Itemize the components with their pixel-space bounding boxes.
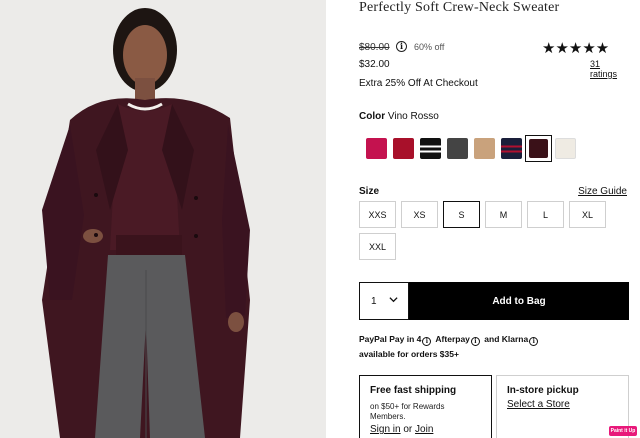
sign-in-link[interactable]: Sign in — [370, 424, 401, 435]
color-swatch-black-white-stripe[interactable] — [417, 135, 444, 162]
color-swatches — [363, 135, 579, 162]
discount-label: 60% off — [414, 42, 445, 52]
shipping-subtext: on $50+ for Rewards Members. — [370, 402, 445, 421]
swatch-chip — [474, 138, 495, 159]
add-to-bag-button[interactable]: Add to Bag — [409, 282, 629, 320]
pickup-title: In-store pickup — [507, 385, 579, 396]
size-option-l[interactable]: L — [527, 201, 564, 228]
paint-it-up-badge[interactable]: Paint it Up — [609, 426, 637, 436]
klarna-info-icon[interactable]: i — [529, 337, 539, 346]
payment-availability: available for orders $35+ — [359, 349, 459, 359]
quantity-select[interactable]: 1 — [359, 282, 409, 320]
product-image[interactable] — [0, 0, 326, 438]
size-option-xl[interactable]: XL — [569, 201, 606, 228]
size-option-xxs[interactable]: XXS — [359, 201, 396, 228]
size-option-s[interactable]: S — [443, 201, 480, 228]
promo-text: Extra 25% Off At Checkout — [359, 78, 478, 89]
swatch-chip — [501, 138, 522, 159]
original-price: $80.00 — [359, 42, 390, 53]
size-option-m[interactable]: M — [485, 201, 522, 228]
shipping-title: Free fast shipping — [370, 385, 457, 396]
join-link[interactable]: Join — [415, 424, 433, 435]
color-label: Color Vino Rosso — [359, 111, 439, 122]
or-text: or — [403, 424, 413, 435]
size-label: Size — [359, 186, 380, 197]
model-illustration — [0, 0, 326, 438]
swatch-chip — [366, 138, 387, 159]
afterpay-text: Afterpay — [435, 334, 470, 344]
info-icon[interactable]: i — [396, 41, 407, 52]
color-swatch-camel[interactable] — [471, 135, 498, 162]
payment-options: PayPal Pay in 4i Afterpay i and Klarna i a… — [359, 332, 629, 362]
size-guide-link[interactable]: Size Guide — [578, 186, 627, 197]
afterpay-info-icon[interactable]: i — [470, 337, 480, 346]
ratings-link[interactable]: 31 ratings — [590, 59, 629, 79]
klarna-text: and Klarna — [484, 334, 529, 344]
size-option-xxl[interactable]: XXL — [359, 233, 396, 260]
swatch-chip — [420, 138, 441, 159]
color-label-text: Color — [359, 111, 386, 122]
sale-price: $32.00 — [359, 59, 390, 70]
color-swatch-ivory[interactable] — [552, 135, 579, 162]
swatch-chip — [555, 138, 576, 159]
swatch-chip — [529, 139, 548, 158]
shipping-option[interactable]: Free fast shipping on $50+ for Rewards M… — [359, 375, 492, 438]
swatch-chip — [393, 138, 414, 159]
paypal-info-icon[interactable]: i — [422, 337, 432, 346]
size-option-xs[interactable]: XS — [401, 201, 438, 228]
color-swatch-navy-stripe[interactable] — [498, 135, 525, 162]
paypal-text: PayPal Pay in 4 — [359, 334, 422, 344]
selected-color-name: Vino Rosso — [387, 111, 439, 122]
color-swatch-magenta[interactable] — [363, 135, 390, 162]
chevron-down-icon — [389, 297, 398, 303]
swatch-chip — [447, 138, 468, 159]
select-store-link[interactable]: Select a Store — [507, 399, 618, 410]
quantity-value: 1 — [371, 295, 377, 307]
rating-stars[interactable]: ★★★★★ — [542, 39, 609, 57]
color-swatch-red[interactable] — [390, 135, 417, 162]
product-title: Perfectly Soft Crew-Neck Sweater — [359, 0, 560, 15]
color-swatch-vino-rosso[interactable] — [525, 135, 552, 162]
product-details-panel: Perfectly Soft Crew-Neck Sweater $80.00 … — [359, 0, 629, 438]
color-swatch-charcoal[interactable] — [444, 135, 471, 162]
